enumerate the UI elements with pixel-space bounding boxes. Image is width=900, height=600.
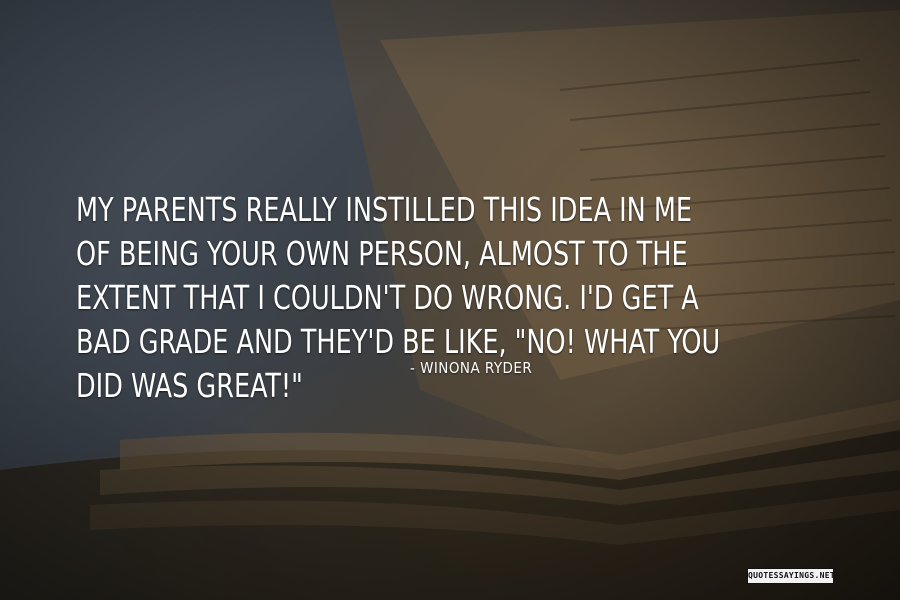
quote-text: MY PARENTS REALLY INSTILLED THIS IDEA IN… <box>76 190 721 405</box>
site-watermark: QUOTESSAYINGS.NET <box>747 568 835 584</box>
quote-author: - WINONA RYDER <box>410 359 533 377</box>
quote-card: MY PARENTS REALLY INSTILLED THIS IDEA IN… <box>0 0 900 600</box>
